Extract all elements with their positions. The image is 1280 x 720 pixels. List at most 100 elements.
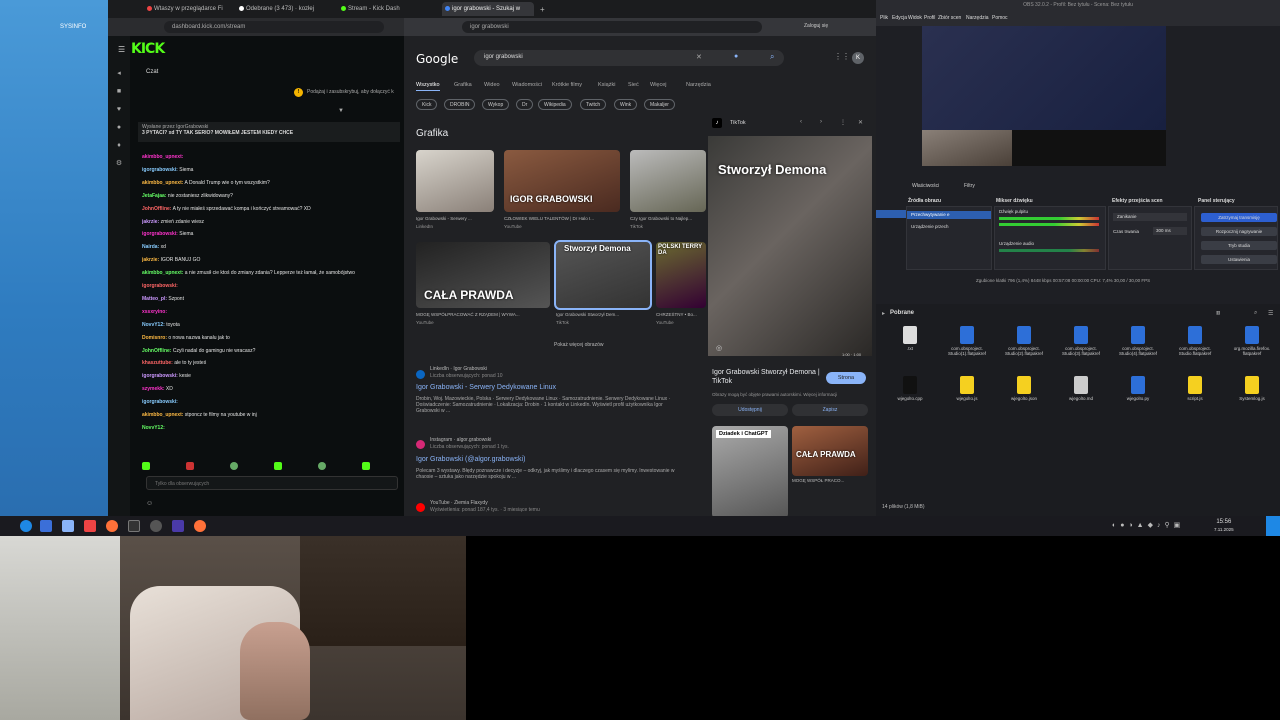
image-result-selected[interactable]: Stworzył Demona xyxy=(554,240,652,310)
clock[interactable]: 15:56 7.11.2025 xyxy=(1214,519,1234,533)
image-result[interactable] xyxy=(630,150,706,212)
result-title[interactable]: Igor Grabowski (@algor.grabowski) xyxy=(416,456,525,463)
search-icon[interactable]: ⌕ xyxy=(770,52,774,62)
properties-button[interactable]: Właściwości xyxy=(912,183,939,189)
file-item[interactable]: org.mozilla.firefox. flatpakref xyxy=(1232,326,1272,356)
emote-icon[interactable] xyxy=(186,462,194,470)
visit-button[interactable]: Strona xyxy=(826,372,866,384)
scroll-down-icon[interactable]: ▼ xyxy=(338,108,344,114)
tab-images[interactable]: Grafika xyxy=(454,82,472,88)
show-more-images-button[interactable]: Pokaż więcej obrazów xyxy=(554,342,603,348)
transition-select[interactable]: Zanikanie xyxy=(1113,213,1187,221)
menu-view[interactable]: Widok xyxy=(908,15,922,21)
chat-username[interactable]: igorgrabowski: xyxy=(142,167,178,173)
terminal-icon[interactable] xyxy=(128,520,140,532)
file-item[interactable]: wjegolIo.json xyxy=(1004,376,1044,401)
more-options-icon[interactable]: ⋮ xyxy=(840,119,846,126)
chat-username[interactable]: NovvY12: xyxy=(142,425,165,431)
chat-input[interactable]: Tylko dla obserwujących xyxy=(146,476,398,490)
close-icon[interactable]: ✕ xyxy=(858,119,863,126)
mod-icon[interactable]: ♥ xyxy=(115,106,123,114)
clear-search-icon[interactable]: ✕ xyxy=(696,53,702,61)
tab-1[interactable]: Wtaszy w przeglądarce Fi xyxy=(144,2,234,16)
chat-username[interactable]: Matteo_pl: xyxy=(142,296,167,302)
file-item[interactable]: wjegolIo.md xyxy=(1061,376,1101,401)
start-recording-button[interactable]: Rozpocznij nagrywanie xyxy=(1201,227,1277,236)
dashboard-icon[interactable]: ■ xyxy=(115,88,123,96)
gift-icon[interactable]: ♦ xyxy=(115,142,123,150)
chat-username[interactable]: szymekk: xyxy=(142,386,165,392)
next-icon[interactable]: › xyxy=(820,119,822,125)
settings-icon[interactable]: ⚙ xyxy=(115,160,123,168)
tab-4-active[interactable]: igor grabowski - Szukaj w xyxy=(442,2,534,16)
chat-icon[interactable]: ◂ xyxy=(115,70,123,78)
chat-username[interactable]: igorgrabowski: xyxy=(142,231,178,237)
image-result[interactable]: CAŁA PRAWDA xyxy=(416,242,550,308)
profile-button[interactable]: Zaloguj się xyxy=(804,23,828,29)
chip-dr[interactable]: Dr xyxy=(516,99,534,110)
firefox-icon[interactable] xyxy=(194,520,206,532)
tab-more[interactable]: Więcej xyxy=(650,82,667,88)
chat-username[interactable]: JohnOffline: xyxy=(142,206,171,212)
google-logo[interactable]: Google xyxy=(416,52,458,66)
show-desktop-button[interactable] xyxy=(1266,516,1280,536)
file-item[interactable]: script.js xyxy=(1175,376,1215,401)
related-image[interactable]: Dziadek i ChatGPT xyxy=(712,426,788,518)
chat-username[interactable]: NovvY12: xyxy=(142,322,165,328)
chat-username[interactable]: khaszuttube: xyxy=(142,360,173,366)
chat-username[interactable]: JetaFajaa: xyxy=(142,193,166,199)
tab-2[interactable]: Odebrane (3 473) · kozłej xyxy=(236,2,336,16)
lens-icon[interactable]: ◎ xyxy=(716,344,722,352)
chip-makaljer[interactable]: Makaljer xyxy=(644,99,675,110)
share-button[interactable]: Udostępnij xyxy=(712,404,788,416)
new-tab-button[interactable]: + xyxy=(538,2,550,16)
file-item[interactable]: .txt xyxy=(890,326,930,351)
start-menu-icon[interactable] xyxy=(20,520,32,532)
chat-username[interactable]: JohnOffline: xyxy=(142,348,171,354)
file-item[interactable]: com.obsproject. Studio.flatpakref xyxy=(1175,326,1215,356)
chip-wikipedia[interactable]: Wikipedia xyxy=(538,99,572,110)
image-result[interactable]: POLSKI TERRY DA xyxy=(656,242,706,308)
preview-title[interactable]: Igor Grabowski Stworzył Demona | TikTok xyxy=(712,368,822,386)
emote-icon[interactable] xyxy=(362,462,370,470)
emote-icon[interactable] xyxy=(318,462,326,470)
hamburger-menu-icon[interactable]: ☰ xyxy=(1268,310,1273,317)
tab-short-videos[interactable]: Krótkie filmy xyxy=(552,82,582,88)
kick-logo[interactable]: KICK xyxy=(131,41,165,57)
apps-grid-icon[interactable]: ⋮⋮ xyxy=(834,52,850,61)
emoji-picker-icon[interactable]: ☺ xyxy=(146,500,153,507)
chat-username[interactable]: jakrzie: xyxy=(142,257,159,263)
save-button[interactable]: Zapisz xyxy=(792,404,868,416)
chat-username[interactable]: Nairda: xyxy=(142,244,159,250)
image-result[interactable]: IGOR GRABOWSKI xyxy=(504,150,620,212)
system-tray-icons[interactable]: ◐●◑▲◆♪⚲▣ xyxy=(1112,521,1184,529)
emote-icon[interactable] xyxy=(274,462,282,470)
file-item[interactable]: wjegolIo.cpp xyxy=(890,376,930,401)
tab-all[interactable]: Wszystko xyxy=(416,82,440,91)
chat-username[interactable]: akimbbo_upnext: xyxy=(142,270,183,276)
prev-icon[interactable]: ‹ xyxy=(800,119,802,125)
chat-username[interactable]: akimbbo_upnext: xyxy=(142,180,183,186)
chat-username[interactable]: igorgrabowski: xyxy=(142,283,178,289)
file-item[interactable]: com.obsproject. Studio(1).flatpakref xyxy=(947,326,987,356)
emote-icon[interactable] xyxy=(142,462,150,470)
menu-icon[interactable]: ☰ xyxy=(118,45,125,54)
file-item[interactable]: wjegolIo.py xyxy=(1118,376,1158,401)
obs-preview[interactable] xyxy=(922,26,1166,166)
chat-username[interactable]: jakrzie: xyxy=(142,219,159,225)
chip-wink[interactable]: Wink xyxy=(614,99,638,110)
studio-mode-button[interactable]: Tryb studia xyxy=(1201,241,1277,250)
menu-tools[interactable]: Narzędzia xyxy=(966,15,989,21)
file-item[interactable]: Systemlog.js xyxy=(1232,376,1272,401)
file-item[interactable]: wjegolIo.js xyxy=(947,376,987,401)
chat-username[interactable]: akimbbo_upnext: xyxy=(142,154,183,160)
tab-video[interactable]: Wideo xyxy=(484,82,500,88)
obs-icon[interactable] xyxy=(150,520,162,532)
chat-username[interactable]: akimbbo_upnext: xyxy=(142,412,183,418)
chip-kick[interactable]: Kick xyxy=(416,99,438,110)
result-title[interactable]: Igor Grabowski - Serwery Dedykowane Linu… xyxy=(416,384,556,391)
chat-username[interactable]: igorgrabowski: xyxy=(142,399,178,405)
menu-profile[interactable]: Profil xyxy=(924,15,935,21)
app-icon[interactable] xyxy=(172,520,184,532)
related-image[interactable]: CAŁA PRAWDA xyxy=(792,426,868,476)
